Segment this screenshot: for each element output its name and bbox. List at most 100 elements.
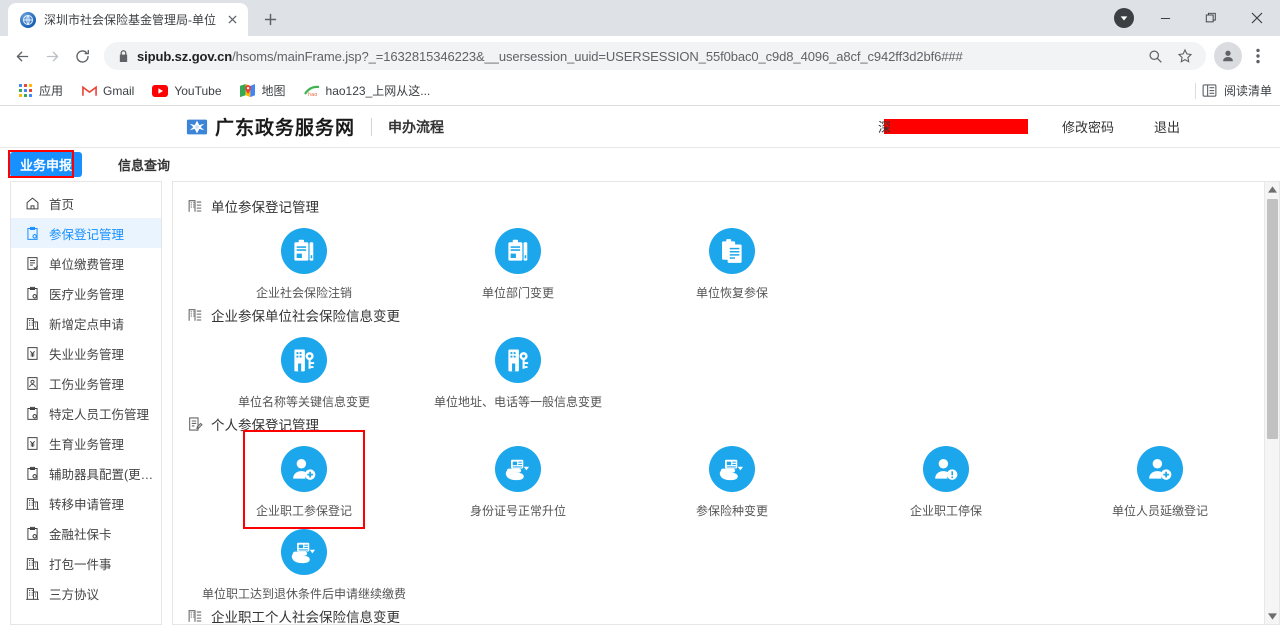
building-icon	[25, 556, 40, 571]
home-icon	[25, 196, 40, 211]
tab-business-declaration[interactable]: 业务申报	[10, 152, 83, 177]
kebab-menu-icon[interactable]	[1244, 42, 1272, 70]
star-icon[interactable]	[1174, 45, 1196, 67]
bookmark-hao123[interactable]: hao hao123_上网从这...	[297, 79, 438, 102]
bookmark-maps[interactable]: 地图	[233, 79, 293, 102]
service-tile[interactable]: 企业职工参保登记	[197, 430, 411, 529]
sidebar-item-7[interactable]: 特定人员工伤管理	[11, 398, 161, 428]
sidebar-item-12[interactable]: 打包一件事	[11, 548, 161, 578]
building-icon	[25, 316, 40, 331]
guangdong-logo-icon	[186, 116, 208, 138]
sidebar-item-11[interactable]: 金融社保卡	[11, 518, 161, 548]
scroll-up-arrow[interactable]	[1265, 182, 1280, 197]
document-check-icon	[25, 256, 40, 271]
site-header-right: 深 修改密码 退出	[878, 117, 1280, 136]
group-title: 企业职工个人社会保险信息变更	[211, 610, 400, 625]
vertical-scrollbar[interactable]	[1264, 182, 1279, 624]
building-list-icon	[187, 307, 203, 323]
reading-list-icon	[1202, 83, 1218, 99]
sidebar-item-13[interactable]: 三方协议	[11, 578, 161, 608]
scrollbar-track[interactable]	[1265, 197, 1280, 609]
sidebar-item-9[interactable]: 辅助器具配置(更换...	[11, 458, 161, 488]
profile-icon[interactable]	[1214, 42, 1242, 70]
service-tile[interactable]: 企业社会保险注销	[197, 218, 411, 301]
group-title: 个人参保登记管理	[211, 418, 319, 433]
sidebar-item-6[interactable]: 工伤业务管理	[11, 368, 161, 398]
new-tab-button[interactable]	[256, 5, 284, 33]
document-person-icon	[25, 376, 40, 391]
clipboard-gear-icon	[25, 406, 40, 421]
url-host: sipub.sz.gov.cn	[137, 48, 233, 64]
change-password-link[interactable]: 修改密码	[1062, 117, 1114, 136]
service-tile-label: 单位部门变更	[481, 286, 554, 300]
browser-tab-title: 深圳市社会保险基金管理局-单位	[44, 12, 216, 27]
apps-grid-icon	[17, 83, 33, 99]
service-tile[interactable]: 参保险种变更	[625, 436, 839, 519]
service-tile-label: 身份证号正常升位	[469, 504, 566, 518]
maximize-button[interactable]	[1188, 0, 1234, 36]
sidebar-item-label: 首页	[49, 197, 75, 212]
forward-icon[interactable]	[38, 42, 66, 70]
sidebar-item-5[interactable]: 失业业务管理	[11, 338, 161, 368]
close-icon[interactable]	[224, 12, 240, 28]
youtube-icon	[152, 83, 169, 99]
download-icon[interactable]	[1106, 0, 1142, 36]
service-tile[interactable]: 单位名称等关键信息变更	[197, 327, 411, 410]
content-panel: 单位参保登记管理 企业社会保险注销 单位部门变更 单位恢复参保 企业参保单位社会保险信息…	[172, 181, 1280, 625]
close-window-button[interactable]	[1234, 0, 1280, 36]
service-tile[interactable]: 单位人员延缴登记	[1053, 436, 1267, 519]
service-tile[interactable]: 单位地址、电话等一般信息变更	[411, 327, 625, 410]
url-path: /hsoms/mainFrame.jsp?_=1632815346223&__u…	[232, 48, 963, 64]
sidebar-item-0[interactable]: 首页	[11, 188, 161, 218]
bookmark-label: Gmail	[103, 83, 135, 98]
sidebar-item-2[interactable]: 单位缴费管理	[11, 248, 161, 278]
search-icon[interactable]	[1144, 45, 1166, 67]
page-body: 首页参保登记管理 单位缴费管理 医疗业务管理新增定点申请 失业业务管理工伤业务管理 特定…	[0, 181, 1280, 633]
logout-link[interactable]: 退出	[1154, 117, 1180, 136]
svg-text:hao: hao	[308, 92, 317, 98]
sidebar-item-label: 失业业务管理	[49, 347, 125, 362]
scrollbar-thumb[interactable]	[1266, 199, 1278, 439]
sidebar-item-8[interactable]: 生育业务管理	[11, 428, 161, 458]
service-tile[interactable]: 身份证号正常升位	[411, 436, 625, 519]
browser-tab[interactable]: 深圳市社会保险基金管理局-单位	[8, 3, 248, 36]
reload-icon[interactable]	[68, 42, 96, 70]
sidebar-item-label: 转移申请管理	[49, 497, 125, 512]
sidebar-item-4[interactable]: 新增定点申请	[11, 308, 161, 338]
bookmark-label: 应用	[39, 84, 64, 98]
clipboard-doc-icon	[281, 228, 327, 274]
service-tile[interactable]: 单位恢复参保	[625, 218, 839, 301]
divider	[1194, 82, 1196, 99]
tab-information-query[interactable]: 信息查询	[108, 152, 180, 177]
address-bar[interactable]: sipub.sz.gov.cn/hsoms/mainFrame.jsp?_=16…	[104, 42, 1206, 70]
redaction-bar	[883, 119, 1028, 134]
hand-card-icon	[709, 446, 755, 492]
user-name-redacted: 深	[878, 119, 1028, 135]
maps-icon	[240, 83, 256, 99]
document-yen-icon	[25, 346, 40, 361]
service-tile[interactable]: 单位部门变更	[411, 218, 625, 301]
clipboard-gear-icon	[25, 466, 40, 481]
service-tile-label: 单位职工达到退休条件后申请继续缴费	[201, 587, 406, 601]
address-bar-url: sipub.sz.gov.cn/hsoms/mainFrame.jsp?_=16…	[137, 49, 1136, 64]
sidebar-item-1[interactable]: 参保登记管理	[11, 218, 161, 248]
divider	[371, 117, 373, 136]
document-yen-icon	[25, 436, 40, 451]
sidebar-item-3[interactable]: 医疗业务管理	[11, 278, 161, 308]
bookmark-gmail[interactable]: Gmail	[74, 80, 141, 102]
service-tile[interactable]: 单位职工达到退休条件后申请继续缴费	[197, 519, 411, 602]
back-icon[interactable]	[8, 42, 36, 70]
building-key-icon	[281, 337, 327, 383]
bookmark-youtube[interactable]: YouTube	[145, 80, 228, 102]
minimize-button[interactable]	[1142, 0, 1188, 36]
group-header-2: 个人参保登记管理	[187, 412, 1279, 436]
site-subtitle: 申办流程	[388, 118, 445, 135]
service-tile-label: 企业职工停保	[909, 504, 982, 518]
reading-list-button[interactable]: 阅读清单	[1194, 82, 1272, 99]
scroll-down-arrow[interactable]	[1265, 609, 1280, 624]
group-header-4: 企业职工个人社会保险信息变更	[187, 604, 1279, 625]
service-tile[interactable]: 企业职工停保	[839, 436, 1053, 519]
bookmark-apps[interactable]: 应用	[10, 79, 70, 102]
sidebar-item-label: 新增定点申请	[49, 317, 125, 332]
sidebar-item-10[interactable]: 转移申请管理	[11, 488, 161, 518]
